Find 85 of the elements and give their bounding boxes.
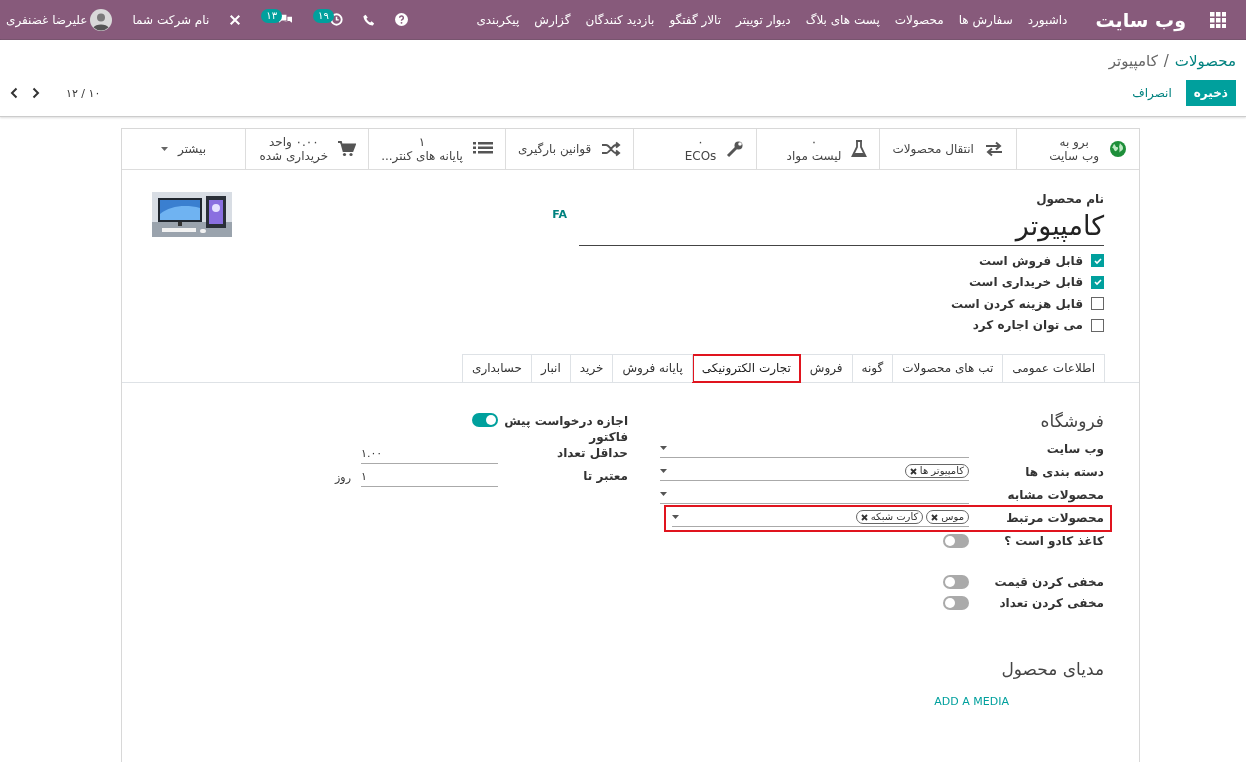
select-field[interactable]: کامپیوتر ها (660, 462, 969, 481)
caret-icon (161, 147, 169, 151)
checkbox[interactable] (1091, 254, 1104, 268)
menu-item[interactable]: داشبورد (1027, 12, 1068, 27)
globe-icon (1109, 140, 1127, 158)
remove-icon[interactable] (931, 513, 939, 521)
field-label: محصولات مشابه (1006, 487, 1104, 502)
wrench-icon (726, 140, 745, 158)
exchange-arrows-icon (983, 141, 1004, 157)
caret-icon (660, 469, 667, 473)
smart-button[interactable]: ۱ پایانه های کنتر... (368, 129, 505, 169)
toggle-switch[interactable] (472, 413, 498, 427)
user-menu[interactable]: علیرضا غضنفری (6, 8, 113, 31)
field-label: مخفی کردن قیمت (993, 574, 1104, 589)
menu-item[interactable]: پیکربندی (476, 12, 520, 27)
field-label: وب سایت (1045, 441, 1104, 456)
field-label: نام محصول (1035, 192, 1104, 206)
select-field[interactable]: موس کارت شبکه (672, 508, 969, 527)
smart-button[interactable]: ۰ لیست مواد (756, 129, 880, 169)
checkbox[interactable] (1091, 318, 1104, 332)
breadcrumb-link[interactable]: محصولات (1174, 52, 1236, 70)
number-field[interactable]: ۱ (361, 468, 498, 487)
section-title: مدیای محصول (1000, 659, 1104, 679)
caret-icon (672, 515, 679, 519)
language-link[interactable]: FA (552, 208, 567, 221)
menu-item[interactable]: محصولات (894, 12, 944, 27)
smart-button[interactable]: انتقال محصولات (879, 129, 1016, 169)
field-label: اجازه درخواست پیش فاکتور (503, 413, 628, 445)
chevron-right-icon[interactable] (32, 87, 40, 99)
menu-item[interactable]: دیوار توییتر (736, 12, 791, 27)
toggle-switch[interactable] (943, 533, 969, 548)
menu-item[interactable]: پست های بلاگ (805, 12, 880, 27)
count-badge: ۱۳ (261, 8, 283, 23)
checkbox-label: می توان اجاره کرد (972, 318, 1083, 333)
pager-counter[interactable]: ۱۰ / ۱۲ (66, 86, 101, 100)
checkbox-label: قابل فروش است (979, 253, 1083, 268)
clock-icon (329, 13, 343, 26)
company-switcher[interactable]: نام شرکت شما (132, 12, 210, 27)
field-label: کاغذ کادو است ؟ (1003, 533, 1104, 548)
smart-button[interactable]: بیشتر (122, 129, 246, 169)
field-label: مخفی کردن تعداد (998, 595, 1104, 610)
menu-item[interactable]: تالار گفتگو (669, 12, 722, 27)
checkbox-label: قابل هزینه کردن است (950, 296, 1083, 311)
tools-icon[interactable] (229, 13, 242, 26)
app-title[interactable]: وب سایت (1095, 8, 1186, 31)
shuffle-icon (601, 141, 622, 157)
field-label: حداقل تعداد (556, 445, 628, 461)
caret-icon (660, 492, 667, 496)
checkbox[interactable] (1091, 275, 1104, 289)
toggle-switch[interactable] (943, 595, 969, 610)
toggle-switch[interactable] (943, 574, 969, 589)
flask-icon (851, 140, 868, 158)
unit-label: روز (335, 471, 351, 484)
section-title: فروشگاه (1039, 411, 1104, 431)
tab[interactable]: اطلاعات عمومی (1002, 354, 1105, 382)
breadcrumb-separator: / (1163, 52, 1169, 70)
list-icon (472, 141, 493, 157)
remove-icon[interactable] (860, 513, 868, 521)
smart-button[interactable]: قوانین بارگیری (504, 129, 634, 169)
tab[interactable]: حسابداری (462, 354, 532, 382)
checkbox[interactable] (1091, 297, 1104, 311)
caret-icon (660, 446, 667, 450)
tab[interactable]: تجارت الکترونیکی (691, 354, 801, 383)
checkbox-label: قابل خریداری است (968, 275, 1083, 290)
tab[interactable]: پایانه فروش (612, 354, 693, 382)
count-badge: ۱۹ (313, 8, 334, 23)
discard-button[interactable]: انصراف (1118, 80, 1186, 106)
menu-item[interactable]: بازدید کنندگان (585, 12, 655, 27)
avatar-icon (90, 8, 113, 31)
apps-menu-icon[interactable] (1210, 11, 1226, 28)
smart-button[interactable]: برو به وب سایت (1015, 129, 1139, 169)
product-name-field[interactable]: کامپیوتر (579, 206, 1104, 246)
smart-button[interactable]: ۰.۰۰ واحد خریداری شده (245, 129, 369, 169)
menu-item[interactable]: سفارش ها (958, 12, 1013, 27)
menu-item[interactable]: گزارش (534, 12, 571, 27)
phone-icon[interactable] (362, 13, 375, 26)
help-icon[interactable] (394, 13, 408, 26)
cart-icon (338, 141, 357, 157)
breadcrumb-current: کامپیوتر (1108, 52, 1158, 70)
remove-icon[interactable] (909, 467, 917, 475)
chevron-left-icon[interactable] (10, 87, 18, 99)
field-label: دسته بندی ها (1024, 464, 1104, 479)
number-field[interactable]: ۱.۰۰ (361, 445, 498, 464)
field-label: معتبر تا (582, 468, 628, 484)
field-label: محصولات مرتبط (1005, 510, 1104, 525)
